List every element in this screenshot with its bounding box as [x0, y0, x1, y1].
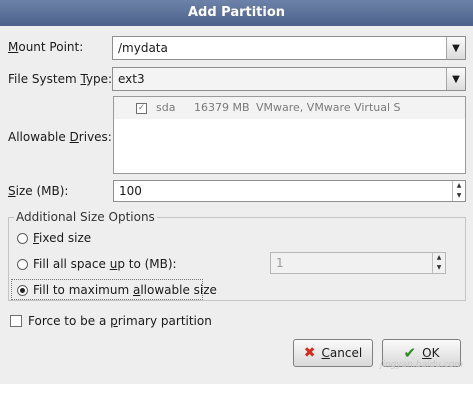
mount-point-label: Mount Point: — [8, 40, 84, 54]
cancel-label: Cancel — [321, 346, 363, 360]
fill-max-radio[interactable] — [17, 285, 28, 296]
stepper-up-icon[interactable]: ▲ — [453, 181, 465, 191]
primary-partition-checkbox[interactable] — [10, 315, 22, 327]
drive-row-sda[interactable]: ✓ sda 16379 MB VMware, VMware Virtual S — [114, 97, 465, 119]
chevron-down-icon[interactable]: ▼ — [446, 37, 465, 59]
drive-name: sda — [156, 101, 176, 114]
primary-partition-label[interactable]: Force to be a primary partition — [28, 314, 212, 328]
fs-type-value: ext3 — [118, 72, 145, 86]
fill-up-to-stepper[interactable]: ▲ ▼ — [432, 253, 445, 273]
dialog-title: Add Partition — [0, 0, 473, 26]
add-partition-dialog: Add Partition Mount Point: /mydata ▼ Fil… — [0, 0, 473, 384]
fs-type-select[interactable]: ext3 ▼ — [112, 67, 466, 91]
fill-up-to-spinbox[interactable]: 1 ▲ ▼ — [270, 252, 446, 274]
fixed-size-label[interactable]: Fixed size — [33, 231, 91, 245]
size-stepper[interactable]: ▲ ▼ — [452, 181, 465, 201]
mount-point-value[interactable]: /mydata — [118, 37, 168, 59]
ok-label: OK — [422, 346, 440, 360]
mount-point-combo[interactable]: /mydata ▼ — [112, 36, 466, 60]
additional-size-options-title: Additional Size Options — [14, 210, 157, 224]
size-spinbox[interactable]: 100 ▲ ▼ — [113, 180, 466, 202]
stepper-up-icon[interactable]: ▲ — [433, 253, 445, 263]
allowable-drives-label: Allowable Drives: — [8, 130, 112, 144]
stepper-down-icon[interactable]: ▼ — [433, 263, 445, 273]
stepper-down-icon[interactable]: ▼ — [453, 191, 465, 201]
red-x-icon: ✖ — [303, 345, 316, 361]
drives-list[interactable]: ✓ sda 16379 MB VMware, VMware Virtual S — [113, 96, 466, 174]
fill-up-to-value[interactable]: 1 — [276, 253, 284, 273]
fixed-size-radio[interactable] — [17, 233, 28, 244]
watermark: jingyan.baidu.com — [379, 360, 463, 370]
chevron-down-icon[interactable]: ▼ — [446, 68, 465, 90]
size-label: Size (MB): — [8, 184, 69, 198]
drive-checkbox[interactable]: ✓ — [136, 103, 147, 114]
fill-max-label[interactable]: Fill to maximum allowable size — [33, 283, 217, 297]
cancel-button[interactable]: ✖ Cancel — [293, 339, 373, 367]
size-value[interactable]: 100 — [119, 181, 142, 201]
fill-up-to-radio[interactable] — [17, 259, 28, 270]
fs-type-label: File System Type: — [8, 72, 113, 86]
fill-up-to-label[interactable]: Fill all space up to (MB): — [33, 257, 177, 271]
drive-model: VMware, VMware Virtual S — [256, 101, 401, 114]
drive-size: 16379 MB — [194, 101, 250, 114]
